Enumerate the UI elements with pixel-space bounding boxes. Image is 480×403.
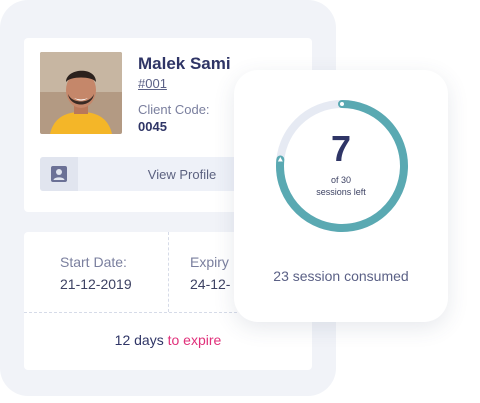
sessions-left-count: 7: [330, 128, 352, 169]
start-date-value: 21-12-2019: [60, 276, 132, 292]
client-code-label: Client Code:: [138, 102, 210, 117]
start-date-label: Start Date:: [60, 254, 127, 270]
expiry-date-value: 24-12-: [190, 276, 231, 292]
sessions-total-caption: of 30: [330, 175, 352, 185]
sessions-card: 7 of 30 sessions left 23 session consume…: [234, 70, 448, 322]
client-name: Malek Sami: [138, 54, 231, 73]
sessions-left-caption: of 30 sessions left: [234, 174, 448, 198]
client-code-value: 0045: [138, 119, 167, 134]
expiry-days-count: 12 days: [114, 332, 164, 348]
user-card-icon: [40, 157, 78, 191]
expiry-notice: 12 days to expire: [24, 332, 312, 348]
dates-divider: [168, 232, 169, 312]
sessions-left-label: sessions left: [316, 187, 366, 197]
expiry-date-label: Expiry: [190, 254, 229, 270]
client-id-link[interactable]: #001: [138, 76, 167, 91]
sessions-consumed-text: 23 session consumed: [273, 268, 409, 284]
client-photo: [40, 52, 122, 134]
expiry-days-suffix: to expire: [167, 332, 222, 348]
ring-end-dot: [340, 102, 344, 106]
